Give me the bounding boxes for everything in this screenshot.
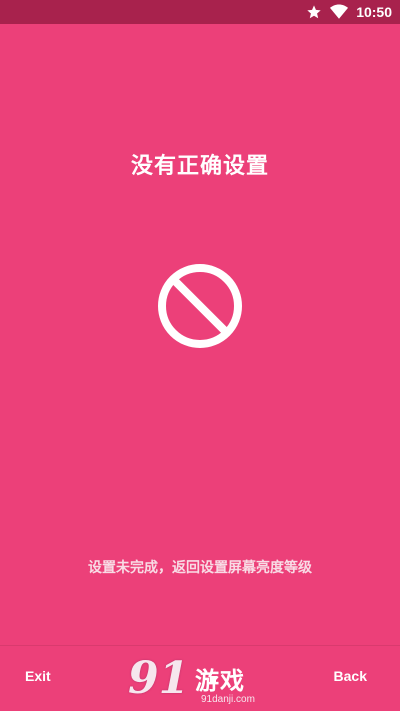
back-button[interactable]: Back xyxy=(334,668,367,684)
watermark-logo: 91 游戏 91danji.com xyxy=(128,652,278,710)
star-icon xyxy=(307,5,321,19)
block-icon xyxy=(158,264,242,348)
setup-message: 设置未完成，返回设置屏幕亮度等级 xyxy=(88,560,312,576)
status-time: 10:50 xyxy=(356,4,392,20)
wifi-icon xyxy=(330,4,349,19)
status-icons: 10:50 xyxy=(306,0,392,24)
status-bar: 10:50 xyxy=(0,0,400,24)
watermark-text: 游戏 xyxy=(195,667,245,695)
page-title: 没有正确设置 xyxy=(130,154,269,179)
setup-screen: 10:50 没有正确设置 设置未完成，返回设置屏幕亮度等级 Exit Back … xyxy=(0,0,400,711)
exit-button[interactable]: Exit xyxy=(25,668,51,684)
watermark-number: 91 xyxy=(128,653,190,704)
watermark-url: 91danji.com xyxy=(201,694,255,705)
